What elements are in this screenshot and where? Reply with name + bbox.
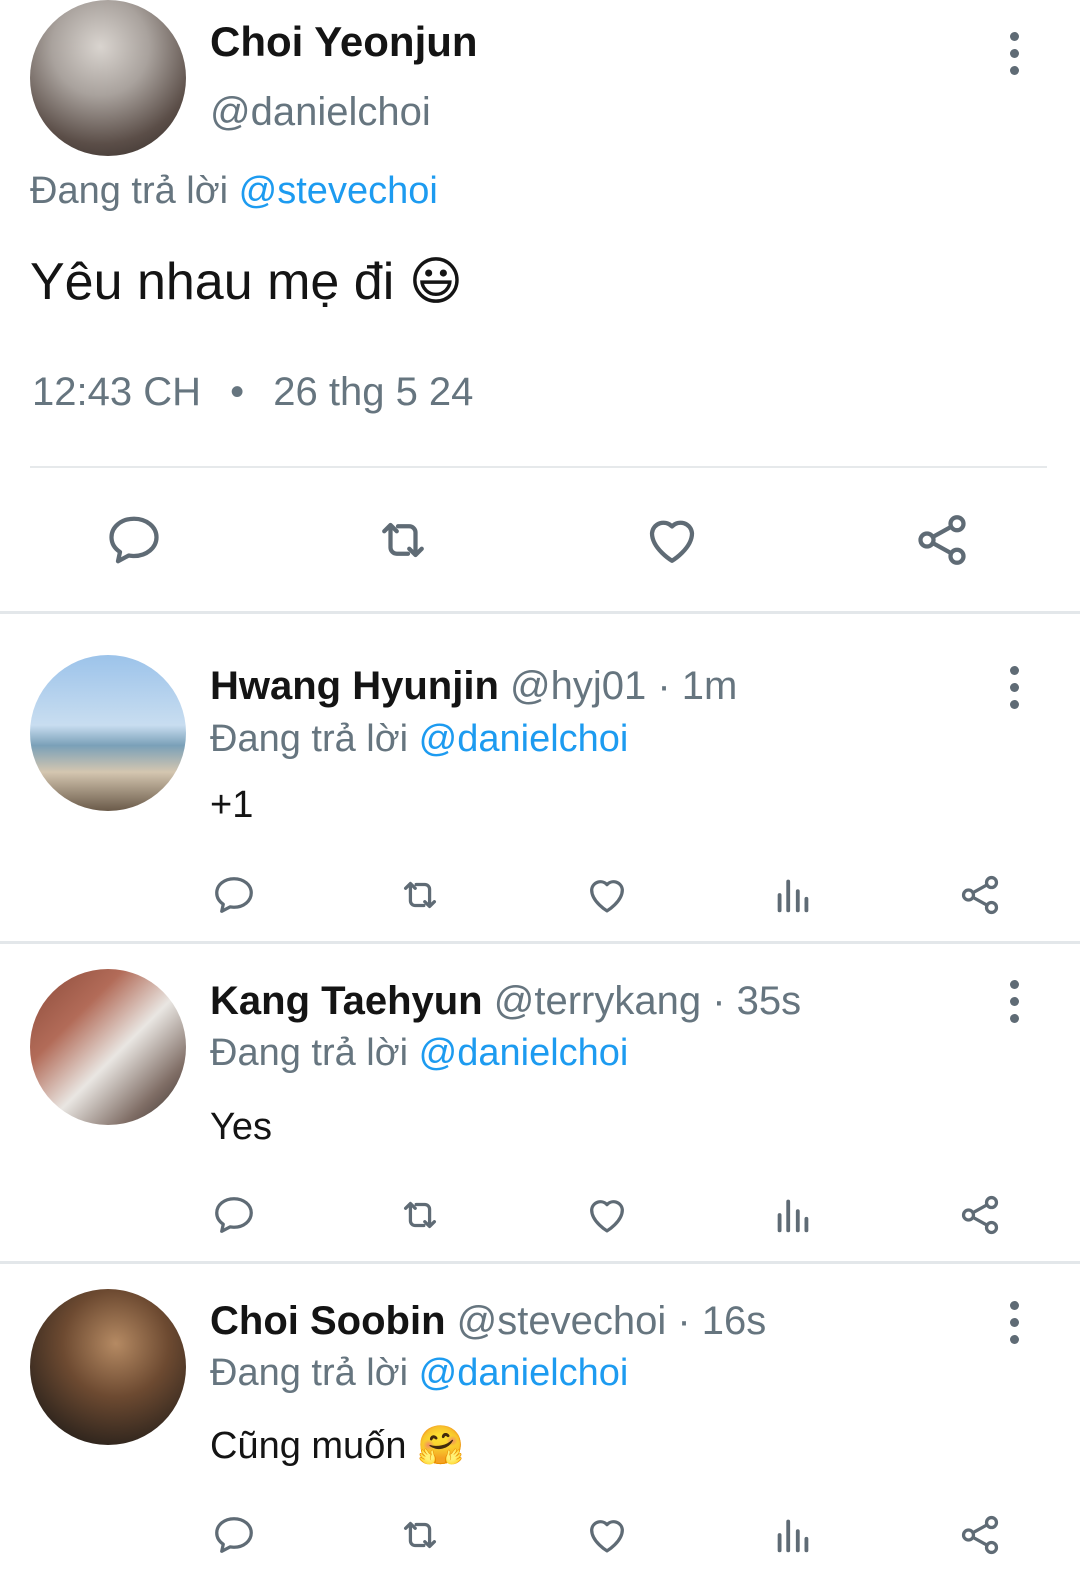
meta-separator: • [230,370,245,414]
author-handle[interactable]: @hyj01 [510,664,646,708]
tweet-text: Yêu nhau mẹ đi [30,253,395,311]
replying-to-link[interactable]: @danielchoi [419,718,629,760]
reply-icon[interactable] [104,510,164,570]
section-divider [0,1261,1080,1264]
tweet-time: 12:43 CH [32,370,201,414]
author-name[interactable]: Kang Taehyun [210,979,483,1023]
section-divider [0,611,1080,614]
divider [30,466,1047,468]
like-icon[interactable] [584,1192,630,1238]
reply-age: · 35s [712,979,802,1023]
smiley-emoji-icon: 😃 [408,253,463,311]
reply-age: · 16s [677,1299,767,1343]
reply-header: Kang Taehyun @terrykang · 35s [210,979,801,1024]
replying-to-link[interactable]: @danielchoi [419,1352,629,1394]
author-handle[interactable]: @terrykang [494,979,701,1023]
avatar[interactable] [30,969,186,1125]
retweet-icon[interactable] [397,1192,443,1238]
author-handle[interactable]: @stevechoi [457,1299,667,1343]
section-divider [0,941,1080,944]
avatar[interactable] [30,655,186,811]
replying-prefix: Đang trả lời [210,1032,409,1074]
replying-line: Đang trả lời @stevechoi [30,170,438,213]
author-name[interactable]: Choi Yeonjun [210,18,478,66]
reply-icon[interactable] [211,1192,257,1238]
timestamp-line: 12:43 CH • 26 thg 5 24 [32,370,473,415]
avatar[interactable] [30,1289,186,1445]
replying-prefix: Đang trả lời [30,170,229,212]
more-icon[interactable] [1009,1301,1019,1344]
more-icon[interactable] [1009,666,1019,709]
replying-prefix: Đang trả lời [210,1352,409,1394]
reply-text-line: Cũng muốn 🤗 [210,1424,464,1468]
hugging-emoji-icon: 🤗 [417,1425,465,1467]
author-name[interactable]: Choi Soobin [210,1299,446,1343]
author-name[interactable]: Hwang Hyunjin [210,664,499,708]
reply-text: Yes [210,1106,272,1148]
like-icon[interactable] [584,1512,630,1558]
reply-text: +1 [210,784,254,826]
tweet-text-line: Yêu nhau mẹ đi 😃 [30,252,463,312]
avatar[interactable] [30,0,186,156]
reply-icon[interactable] [211,872,257,918]
replying-line: Đang trả lời @danielchoi [210,718,628,761]
replying-to-link[interactable]: @danielchoi [419,1032,629,1074]
views-icon[interactable] [770,872,816,918]
like-icon[interactable] [642,510,702,570]
replying-line: Đang trả lời @danielchoi [210,1352,628,1395]
share-icon[interactable] [957,1512,1003,1558]
views-icon[interactable] [770,1512,816,1558]
reply-header: Hwang Hyunjin @hyj01 · 1m [210,664,737,709]
replying-to-link[interactable]: @stevechoi [239,170,438,212]
replying-line: Đang trả lời @danielchoi [210,1032,628,1075]
retweet-icon[interactable] [373,510,433,570]
more-icon[interactable] [1009,32,1019,75]
share-icon[interactable] [957,1192,1003,1238]
retweet-icon[interactable] [397,872,443,918]
reply-text: Cũng muốn [210,1425,407,1467]
more-icon[interactable] [1009,980,1019,1023]
replying-prefix: Đang trả lời [210,718,409,760]
share-icon[interactable] [912,510,972,570]
retweet-icon[interactable] [397,1512,443,1558]
author-handle[interactable]: @danielchoi [210,90,431,135]
reply-header: Choi Soobin @stevechoi · 16s [210,1299,766,1344]
reply-icon[interactable] [211,1512,257,1558]
reply-age: · 1m [657,664,738,708]
like-icon[interactable] [584,872,630,918]
views-icon[interactable] [770,1192,816,1238]
share-icon[interactable] [957,872,1003,918]
tweet-date: 26 thg 5 24 [273,370,474,414]
